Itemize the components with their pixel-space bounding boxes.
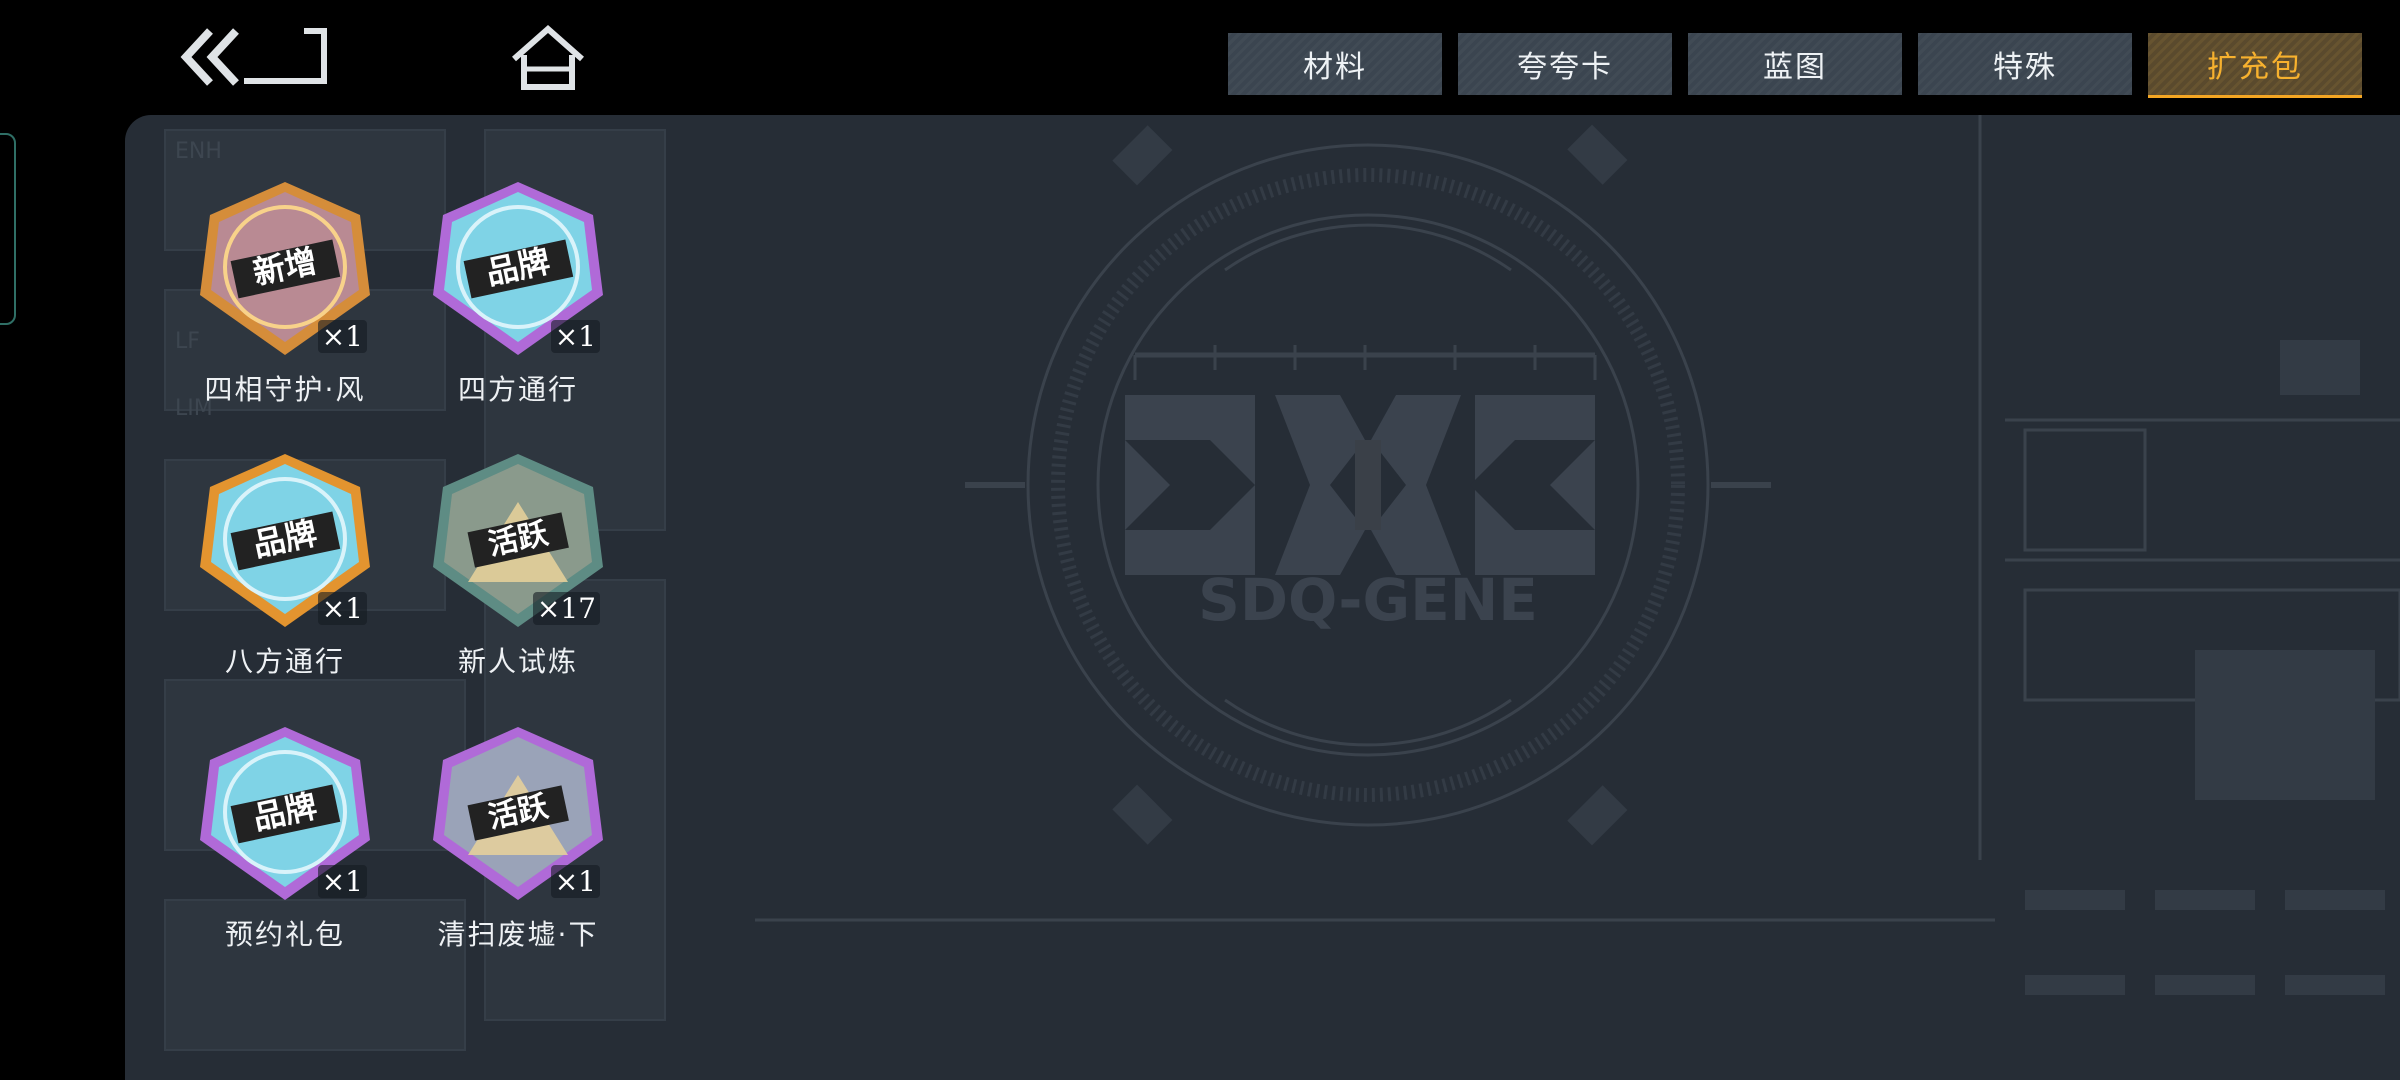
item-card[interactable]: 品牌 ×1 预约礼包: [175, 715, 395, 975]
inventory-panel: SDQ-GENE ENH LF LIM 新增 ×1 四相守护·风 品牌 ×1 四…: [125, 115, 2400, 1080]
side-drawer-handle[interactable]: [0, 133, 16, 325]
item-card[interactable]: 新增 ×1 四相守护·风: [175, 170, 395, 430]
double-chevron-back-icon: [180, 28, 327, 86]
item-card[interactable]: 品牌 ×1 四方通行: [408, 170, 628, 430]
home-button[interactable]: [508, 24, 588, 93]
item-name: 预约礼包: [224, 918, 345, 951]
top-nav-bar: [0, 0, 692, 115]
tab-materials[interactable]: 材料: [1228, 33, 1442, 95]
item-count: ×1: [317, 320, 367, 353]
tab-expansion-packs[interactable]: 扩充包: [2148, 33, 2362, 98]
item-name: 新人试炼: [457, 645, 578, 678]
item-card[interactable]: 品牌 ×1 八方通行: [175, 442, 395, 702]
tech-label-enh: ENH: [175, 139, 222, 164]
item-name: 八方通行: [224, 645, 345, 678]
tab-special[interactable]: 特殊: [1918, 33, 2132, 95]
tab-praise-cards[interactable]: 夸夸卡: [1458, 33, 1672, 95]
item-count: ×1: [317, 592, 367, 625]
item-name: 四相守护·风: [204, 373, 366, 406]
top-edge-strip: [692, 0, 2400, 12]
item-card[interactable]: 活跃 ×1 清扫废墟·下: [408, 715, 628, 975]
tab-blueprints[interactable]: 蓝图: [1688, 33, 1902, 95]
item-card[interactable]: 活跃 ×17 新人试炼: [408, 442, 628, 702]
back-button[interactable]: [180, 25, 330, 89]
item-count: ×17: [532, 592, 600, 625]
item-count: ×1: [317, 865, 367, 898]
background-logo-text: SDQ-GENE: [1198, 566, 1538, 634]
item-count: ×1: [550, 320, 600, 353]
item-name: 清扫废墟·下: [437, 918, 599, 951]
item-count: ×1: [550, 865, 600, 898]
home-icon: [512, 24, 584, 90]
item-name: 四方通行: [457, 373, 578, 406]
